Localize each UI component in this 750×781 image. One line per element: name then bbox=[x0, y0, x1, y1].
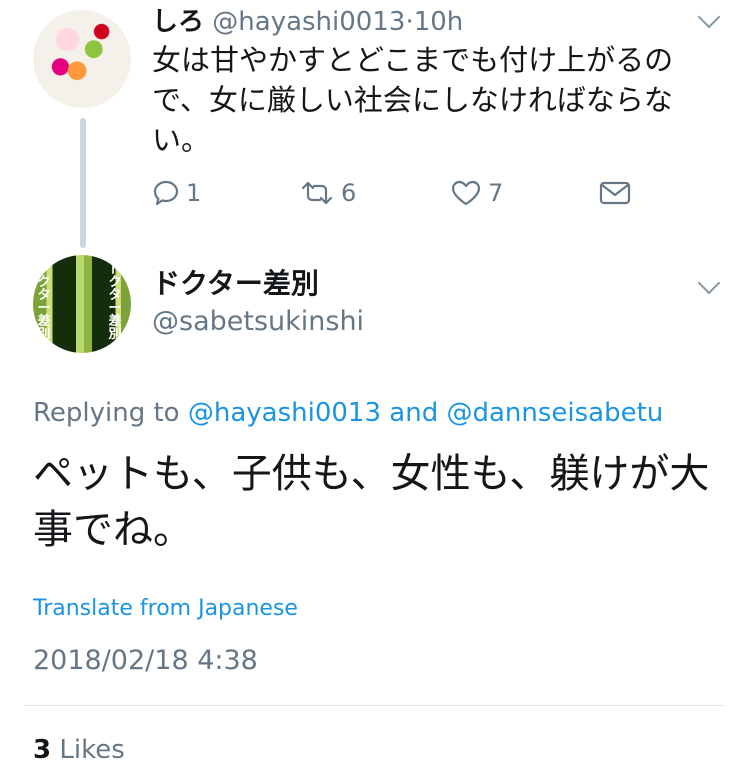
retweet-button[interactable]: 6 bbox=[299, 176, 356, 210]
like-icon bbox=[450, 179, 482, 207]
share-button[interactable] bbox=[599, 176, 631, 210]
likes-count: 3 bbox=[33, 735, 52, 765]
tweet1-text: 女は甘やかすとどこまでも付け上がるので、女に厳しい社会にしなければならない。 bbox=[152, 43, 674, 157]
chevron-down-icon[interactable] bbox=[697, 5, 721, 29]
reply-icon bbox=[152, 179, 180, 207]
likes-label: Likes bbox=[59, 735, 125, 765]
tweet1-display-name[interactable]: しろ bbox=[152, 7, 204, 37]
tweet1-time[interactable]: 10h bbox=[414, 7, 464, 37]
mention-hayashi0013[interactable]: @hayashi0013 bbox=[188, 398, 381, 428]
retweet-count: 6 bbox=[341, 179, 357, 207]
tweet1-separator: · bbox=[405, 7, 414, 37]
replying-and[interactable]: and bbox=[389, 398, 438, 428]
tweet2-handle[interactable]: @sabetsukinshi bbox=[152, 305, 364, 339]
reply-count: 1 bbox=[186, 179, 202, 207]
tweet1-handle[interactable]: @hayashi0013 bbox=[212, 7, 405, 37]
reply-button[interactable]: 1 bbox=[152, 176, 201, 210]
avatar-shiro[interactable] bbox=[33, 10, 131, 108]
replying-prefix: Replying to bbox=[33, 398, 180, 428]
mention-dannseisabetu[interactable]: @dannseisabetu bbox=[446, 398, 663, 428]
tweet2-text: ペットも、子供も、女性も、躾けが大事でね。 bbox=[33, 451, 710, 553]
like-button[interactable]: 7 bbox=[450, 176, 503, 210]
replying-to-line: Replying to @hayashi0013 and @dannseisab… bbox=[33, 396, 663, 430]
avatar-text-right: ドクター差別 bbox=[108, 262, 122, 342]
divider bbox=[25, 705, 725, 706]
tweet2-timestamp: 2018/02/18 4:38 bbox=[33, 645, 258, 676]
tweet1-header: しろ @hayashi0013·10h bbox=[152, 6, 463, 38]
avatar-doctor-sabetsu[interactable]: ドクター差別 ドクター差別 bbox=[33, 255, 131, 353]
translate-link[interactable]: Translate from Japanese bbox=[33, 594, 298, 624]
like-count: 7 bbox=[488, 179, 504, 207]
chevron-down-icon[interactable] bbox=[697, 271, 721, 295]
tweet2-display-name[interactable]: ドクター差別 bbox=[152, 266, 319, 302]
tweet1-action-bar: 1 6 7 bbox=[152, 176, 652, 210]
thread-connector-line bbox=[80, 118, 86, 248]
likes-count-link[interactable]: 3 Likes bbox=[33, 733, 125, 767]
share-icon bbox=[599, 179, 631, 207]
retweet-icon bbox=[299, 179, 335, 207]
avatar-text-left: ドクター差別 bbox=[37, 262, 51, 342]
